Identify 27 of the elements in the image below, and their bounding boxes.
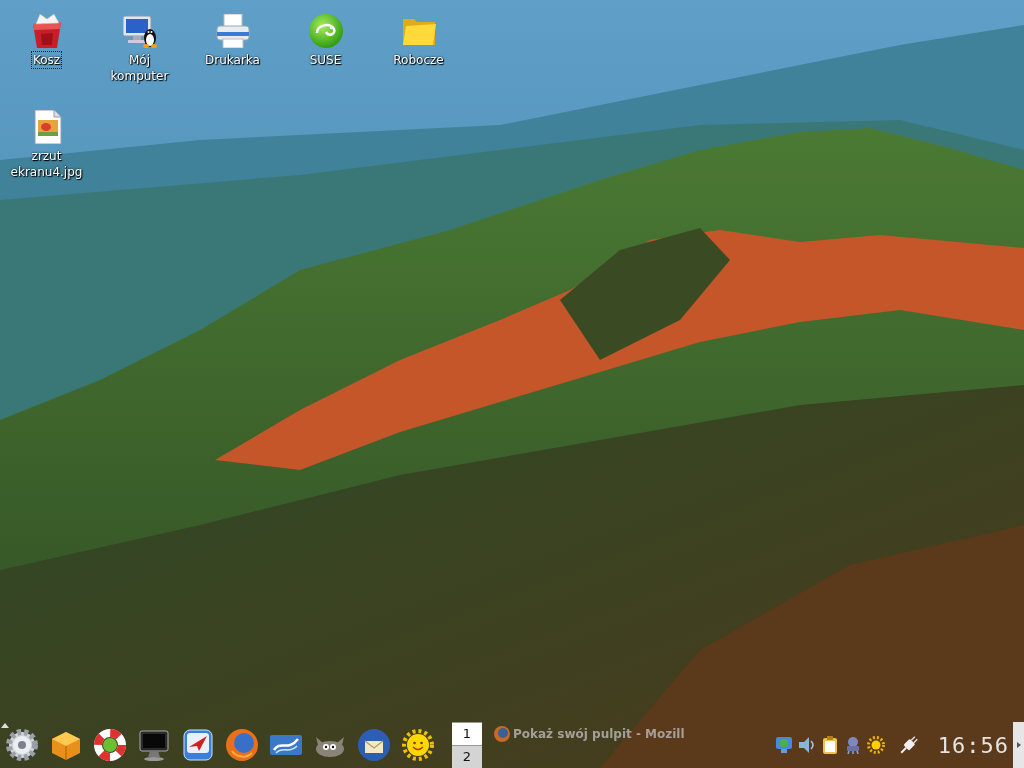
lifebuoy-icon[interactable] — [94, 729, 126, 761]
computer-icon[interactable] — [122, 14, 157, 48]
desktop-icon-label[interactable]: Drukarka — [203, 51, 262, 69]
panel-hide-button[interactable] — [1013, 722, 1024, 768]
smiling-sun-icon[interactable] — [402, 729, 434, 761]
monitor-icon[interactable] — [138, 729, 170, 761]
desktop-icon-label[interactable]: SUSE — [307, 51, 344, 69]
orb-icon[interactable] — [308, 14, 343, 48]
arrow-up-icon[interactable] — [1, 723, 9, 728]
desktop-icon-label[interactable]: zrzut ekranu4.jpg — [6, 147, 87, 181]
envelope-icon[interactable] — [358, 729, 390, 761]
gear-icon[interactable] — [6, 729, 38, 761]
printer-icon[interactable] — [215, 14, 250, 48]
globe-icon — [494, 725, 510, 742]
package-icon[interactable] — [50, 729, 82, 761]
desktop-icon-label[interactable]: Robocze — [391, 51, 446, 69]
paper-plane-icon[interactable] — [182, 729, 214, 761]
taskbar-window-button[interactable]: Pokaż swój pulpit - Mozill — [490, 722, 689, 745]
speaker-icon[interactable] — [797, 736, 816, 754]
sun-icon[interactable] — [866, 736, 885, 754]
desktop-icon-label[interactable]: Mój komputer — [99, 51, 180, 85]
caret-icon — [1016, 742, 1021, 748]
globe-icon[interactable] — [226, 729, 258, 761]
clock-text[interactable]: 16:56 — [937, 728, 1009, 762]
desktop-switch-button[interactable]: 1 — [452, 722, 482, 745]
desktop-icon-label[interactable]: Kosz — [30, 51, 63, 69]
desktop-switch-button[interactable]: 2 — [452, 745, 482, 768]
